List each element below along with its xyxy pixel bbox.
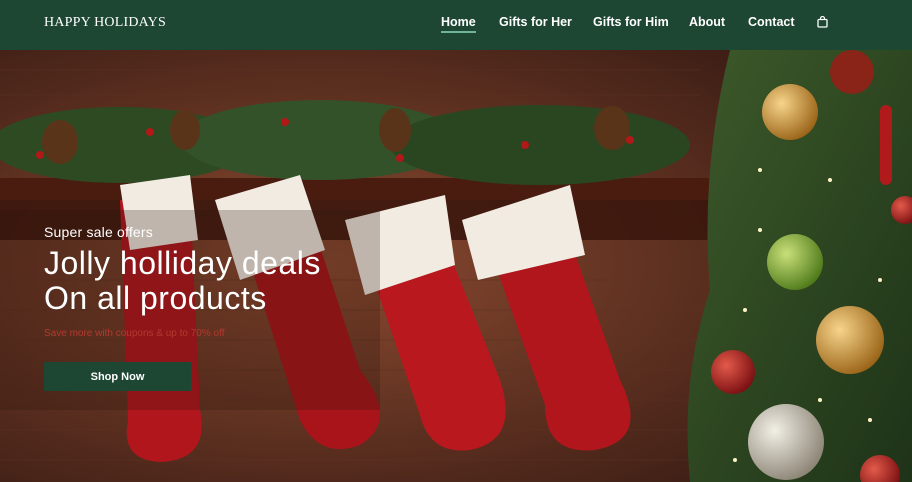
hero-kicker: Super sale offers	[44, 224, 153, 240]
brand-logo[interactable]: HAPPY HOLIDAYS	[44, 15, 166, 31]
christmas-tree	[687, 50, 912, 482]
hero-headline: Jolly holliday deals On all products	[44, 246, 321, 316]
hero-banner: Super sale offers Jolly holliday deals O…	[0, 50, 912, 482]
shopping-bag-icon[interactable]	[817, 16, 828, 28]
nav-about[interactable]: About	[689, 15, 725, 29]
nav-gifts-for-her[interactable]: Gifts for Her	[499, 15, 572, 29]
shop-now-button[interactable]: Shop Now	[44, 362, 191, 391]
garland	[0, 100, 690, 185]
hero-headline-line2: On all products	[44, 280, 267, 316]
nav-contact[interactable]: Contact	[748, 15, 795, 29]
hero-copy: Super sale offers Jolly holliday deals O…	[44, 224, 321, 391]
hero-headline-line1: Jolly holliday deals	[44, 245, 321, 281]
nav-home[interactable]: Home	[441, 15, 476, 33]
hero-subline: Save more with coupons & up to 70% off	[44, 328, 225, 339]
nav-gifts-for-him[interactable]: Gifts for Him	[593, 15, 669, 29]
top-navbar: HAPPY HOLIDAYS Home Gifts for Her Gifts …	[0, 0, 912, 50]
